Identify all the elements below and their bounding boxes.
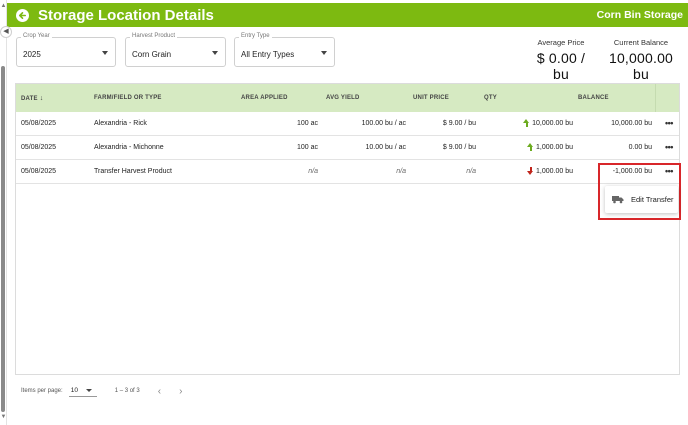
next-page-button[interactable]: › [179, 386, 182, 397]
chevron-left-icon: ◀ [3, 28, 9, 35]
average-price-stat: Average Price $ 0.00 / bu [527, 38, 595, 82]
collapse-sidebar-button[interactable]: ◀ [0, 26, 12, 38]
crop-year-label: Crop Year [21, 33, 52, 39]
row-field: Alexandria - Michonne [94, 144, 164, 151]
row-avg-yield: 100.00 bu / ac [361, 120, 406, 127]
previous-page-button[interactable]: ‹ [158, 386, 161, 397]
column-header-avg-yield: AVG YIELD [326, 95, 360, 101]
column-header-unit-price: UNIT PRICE [413, 95, 450, 101]
table-row[interactable]: 05/08/2025 Alexandria - Michonne 100 ac … [16, 136, 679, 160]
row-qty-value: 1,000.00 bu [536, 167, 573, 175]
row-balance: 0.00 bu [628, 144, 652, 151]
entry-type-select[interactable]: Entry Type All Entry Types [234, 33, 335, 67]
row-unit-price: $ 9.00 / bu [442, 120, 476, 127]
chevron-down-icon [212, 51, 218, 55]
row-area: n/a [308, 168, 318, 175]
truck-icon [612, 196, 624, 204]
column-header-qty: QTY [484, 95, 497, 101]
row-area: 100 ac [296, 144, 318, 151]
ledger-table: DATE ↓ FARM/FIELD OR TYPE AREA APPLIED AV… [15, 83, 680, 375]
arrow-up-icon [527, 143, 534, 151]
column-header-date[interactable]: DATE ↓ [21, 95, 43, 102]
row-avg-yield: 10.00 bu / ac [365, 144, 406, 151]
current-balance-label: Current Balance [613, 38, 669, 47]
row-field: Transfer Harvest Product [94, 168, 172, 175]
side-scrollbar[interactable] [1, 66, 5, 412]
row-date: 05/08/2025 [21, 168, 57, 175]
row-qty-value: 1,000.00 bu [536, 143, 573, 151]
chevron-down-icon [85, 389, 92, 392]
row-unit-price: $ 9.00 / bu [442, 144, 476, 151]
column-header-area: AREA APPLIED [241, 95, 288, 101]
row-avg-yield: n/a [396, 168, 406, 175]
arrow-down-icon [527, 167, 534, 175]
chevron-down-icon [321, 51, 327, 55]
row-qty: 1,000.00 bu [527, 167, 573, 175]
arrow-left-icon [18, 11, 27, 19]
chevron-down-icon [102, 51, 108, 55]
harvest-product-value: Corn Grain [132, 50, 172, 59]
pagination: Items per page: 10 1 – 3 of 3 ‹ › [21, 384, 182, 398]
row-balance: 10,000.00 bu [611, 120, 652, 127]
harvest-product-label: Harvest Product [130, 33, 178, 39]
row-actions-menu: Edit Transfer [605, 186, 678, 213]
table-row[interactable]: 05/08/2025 Transfer Harvest Product n/a … [16, 160, 679, 184]
row-date: 05/08/2025 [21, 120, 57, 127]
average-price-value: $ 0.00 / bu [536, 50, 586, 82]
harvest-product-select[interactable]: Harvest Product Corn Grain [125, 33, 226, 67]
column-header-field: FARM/FIELD OR TYPE [94, 95, 162, 101]
entry-type-label: Entry Type [239, 33, 272, 39]
page-range: 1 – 3 of 3 [114, 388, 140, 394]
more-actions-icon[interactable]: ••• [665, 118, 673, 128]
side-rail: ▲ ▼ [0, 0, 7, 425]
row-field: Alexandria - Rick [94, 120, 147, 127]
crop-year-select[interactable]: Crop Year 2025 [16, 33, 116, 67]
current-balance-value: 10,000.00 bu [608, 50, 674, 82]
page-size-select[interactable]: 10 [68, 385, 97, 397]
page-size-value: 10 [70, 387, 78, 394]
row-qty: 1,000.00 bu [527, 143, 573, 151]
items-per-page-label: Items per page: [21, 388, 63, 394]
current-balance-stat: Current Balance 10,000.00 bu [600, 38, 682, 82]
average-price-label: Average Price [537, 38, 585, 47]
more-actions-icon[interactable]: ••• [665, 142, 673, 152]
row-date: 05/08/2025 [21, 144, 57, 151]
page-header: Storage Location Details Corn Bin Storag… [7, 3, 688, 27]
back-button[interactable] [16, 8, 29, 22]
row-qty-value: 10,000.00 bu [532, 119, 573, 127]
column-header-balance: BALANCE [578, 95, 609, 101]
entry-type-value: All Entry Types [241, 50, 295, 59]
table-row[interactable]: 05/08/2025 Alexandria - Rick 100 ac 100.… [16, 112, 679, 136]
row-qty: 10,000.00 bu [523, 119, 573, 127]
arrow-up-icon [523, 119, 530, 127]
arrow-down-icon: ↓ [39, 95, 44, 102]
row-unit-price: n/a [466, 168, 476, 175]
page-title: Storage Location Details [38, 6, 214, 24]
row-area: 100 ac [296, 120, 318, 127]
column-divider [655, 84, 656, 112]
scroll-down-arrow-icon[interactable]: ▼ [0, 414, 7, 420]
crop-year-value: 2025 [23, 50, 41, 59]
scroll-up-arrow-icon[interactable]: ▲ [0, 3, 7, 9]
edit-transfer-menu-item[interactable]: Edit Transfer [631, 195, 674, 204]
table-header: DATE ↓ FARM/FIELD OR TYPE AREA APPLIED AV… [16, 84, 679, 112]
storage-location-name: Corn Bin Storage [596, 9, 683, 21]
